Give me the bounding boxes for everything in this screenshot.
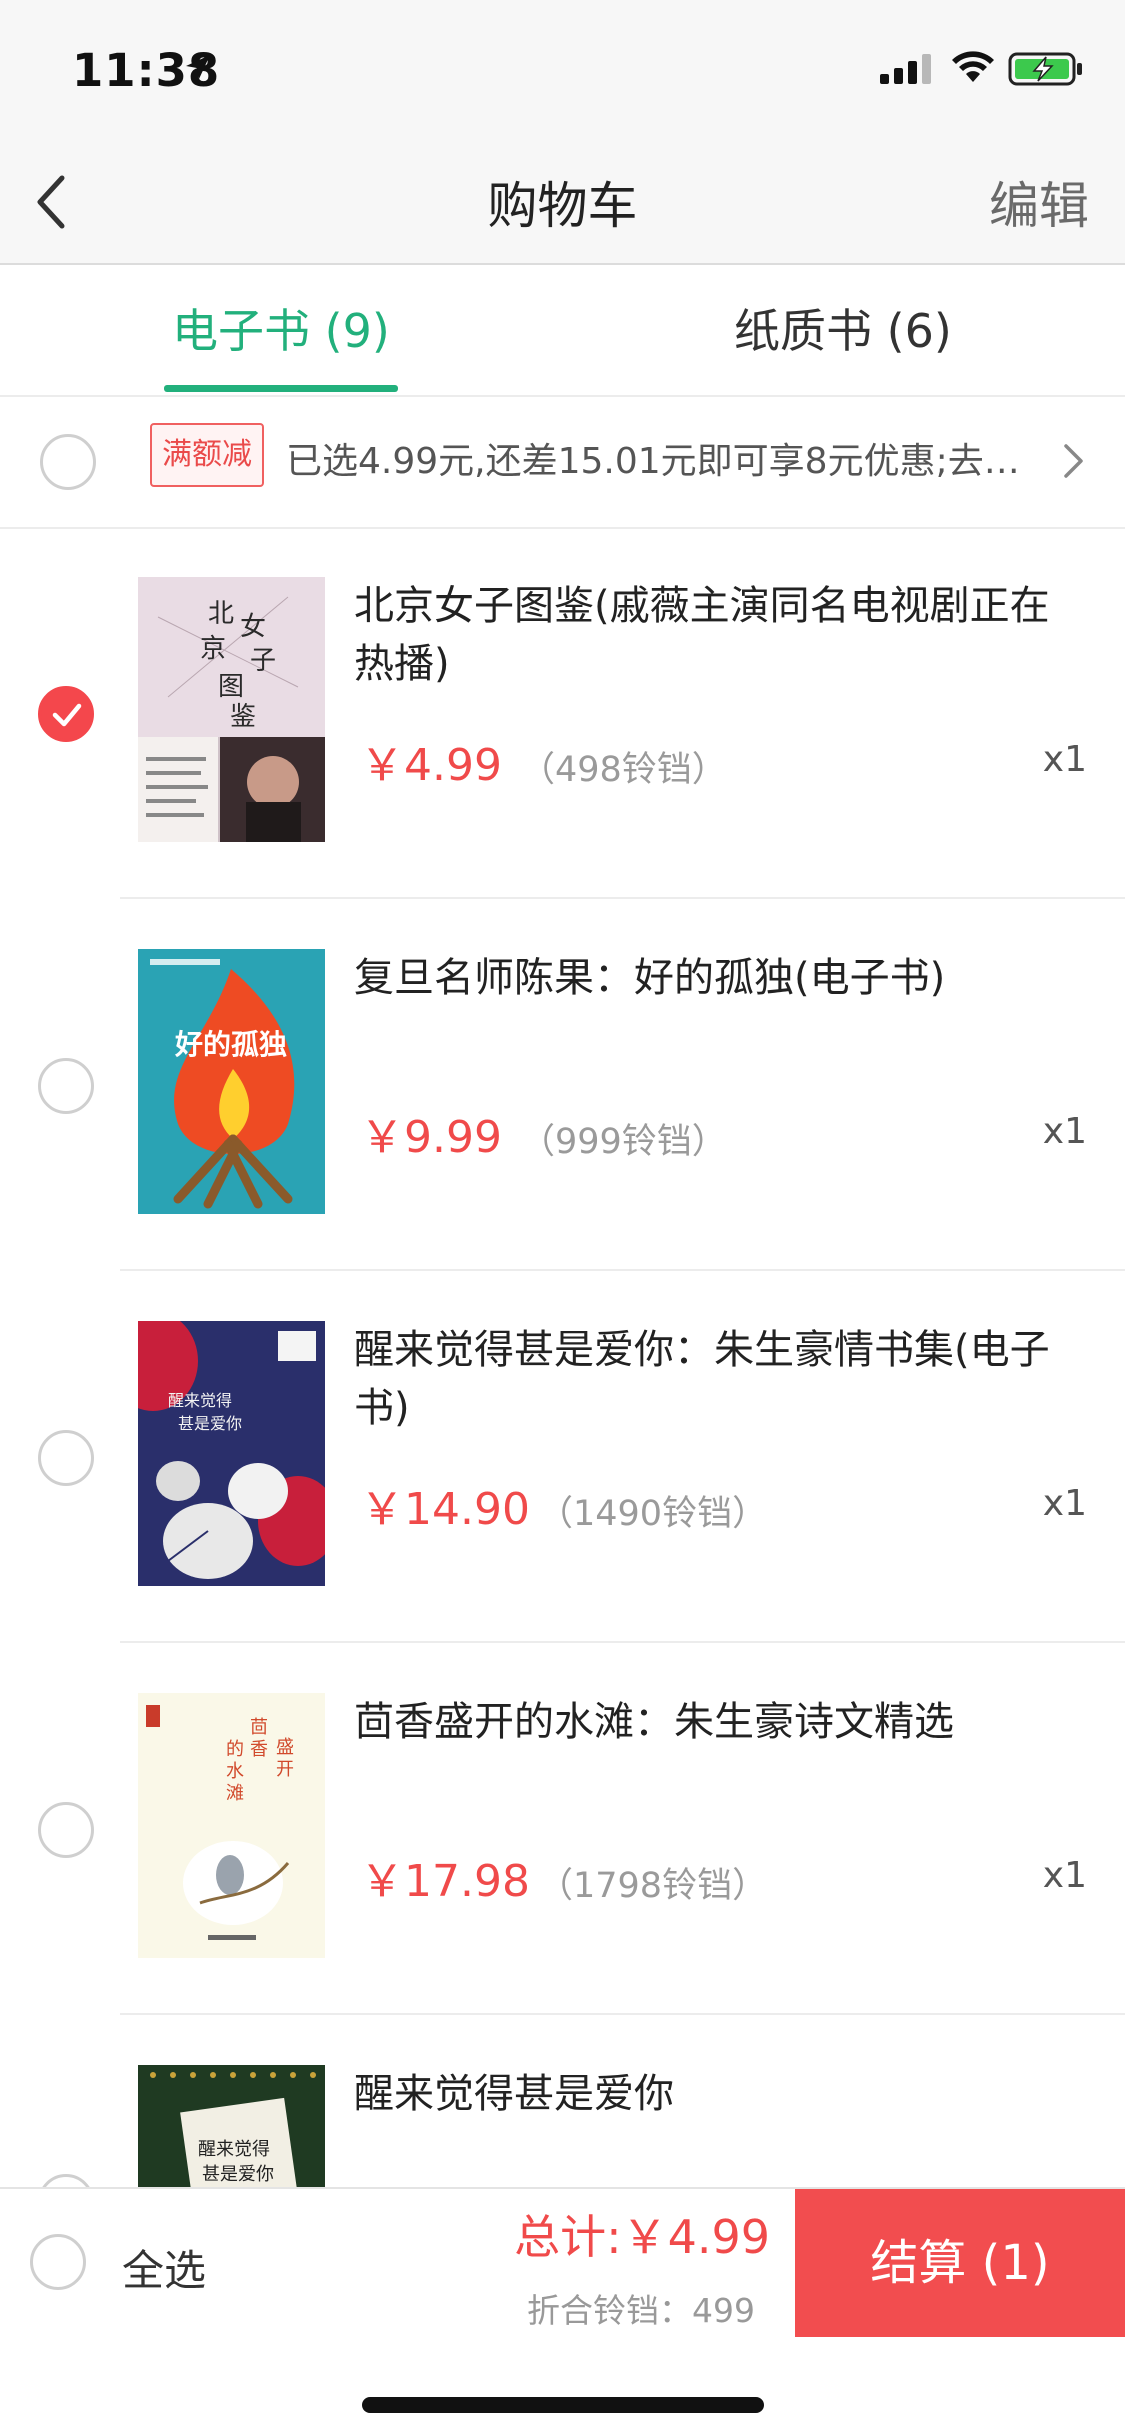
item-quantity: x1 — [1042, 1855, 1087, 1896]
total-price: 总计:￥4.99 — [514, 2210, 770, 2264]
item-coin-price: （1490铃铛） — [538, 1494, 768, 1534]
book-cover-image[interactable]: 醒来觉得 甚是爱你 — [138, 2065, 325, 2187]
item-select-radio[interactable] — [38, 2174, 94, 2187]
item-select-radio-checked[interactable] — [38, 686, 94, 742]
home-indicator — [362, 2397, 764, 2413]
item-title[interactable]: 复旦名师陈果：好的孤独(电子书) — [354, 949, 1074, 1007]
checkout-bar: 全选 总计:￥4.99 折合铃铛：499 结算 (1) — [0, 2187, 1125, 2339]
item-select-radio[interactable] — [38, 1802, 94, 1858]
book-cover-image[interactable]: 茴香 盛开 的水滩 — [138, 1693, 325, 1958]
cart-item[interactable]: 北京 女子 图鉴 北京女子图鉴(戚薇主演同名电视剧正在热播) ￥4.99 （49… — [0, 529, 1125, 899]
wifi-icon — [952, 51, 994, 82]
cart-item[interactable]: 茴香 盛开 的水滩 茴香盛开的水滩：朱生豪诗文精选 ￥17.98 （1798铃铛… — [0, 1645, 1125, 2015]
divider — [120, 1641, 1125, 1643]
svg-text:滩: 滩 — [226, 1783, 244, 1804]
item-title[interactable]: 醒来觉得甚是爱你 — [354, 2065, 1074, 2123]
item-title[interactable]: 茴香盛开的水滩：朱生豪诗文精选 — [354, 1693, 1074, 1751]
svg-text:香: 香 — [250, 1739, 268, 1760]
svg-text:水: 水 — [226, 1761, 244, 1782]
location-arrow-icon — [186, 55, 210, 79]
item-title[interactable]: 北京女子图鉴(戚薇主演同名电视剧正在热播) — [354, 577, 1074, 693]
svg-text:的: 的 — [226, 1739, 244, 1760]
checkmark-icon — [52, 703, 82, 727]
tab-ebooks[interactable]: 电子书 (9) — [172, 295, 390, 361]
svg-text:甚是爱你: 甚是爱你 — [202, 2164, 274, 2185]
item-coin-price: （1798铃铛） — [538, 1866, 768, 1906]
divider — [120, 2013, 1125, 2015]
divider — [120, 897, 1125, 899]
tab-bar: 电子书 (9) 纸质书 (6) — [0, 265, 1125, 397]
svg-text:甚是爱你: 甚是爱你 — [178, 1414, 242, 1433]
svg-text:茴: 茴 — [250, 1717, 268, 1738]
svg-text:开: 开 — [276, 1759, 294, 1780]
cart-item[interactable]: 醒来觉得 甚是爱你 醒来觉得甚是爱你：朱生豪情书集(电子书) ￥14.90 （1… — [0, 1273, 1125, 1643]
item-coin-price: （498铃铛） — [520, 750, 727, 790]
item-quantity: x1 — [1042, 1483, 1087, 1524]
svg-text:盛: 盛 — [276, 1737, 294, 1758]
book-cover-image[interactable]: 醒来觉得 甚是爱你 — [138, 1321, 325, 1586]
svg-text:北: 北 — [208, 599, 234, 629]
item-select-radio[interactable] — [38, 1058, 94, 1114]
cellular-signal-icon — [880, 54, 931, 84]
promo-select-radio[interactable] — [40, 434, 96, 490]
checkout-button[interactable]: 结算 (1) — [795, 2189, 1125, 2337]
tab-paper-books[interactable]: 纸质书 (6) — [734, 295, 952, 361]
promo-tag: 满额减 — [150, 423, 264, 487]
status-bar: 11:38 — [0, 0, 1125, 130]
edit-button[interactable]: 编辑 — [989, 166, 1089, 238]
svg-text:醒来觉得: 醒来觉得 — [198, 2139, 270, 2160]
cart-item[interactable]: 醒来觉得 甚是爱你 醒来觉得甚是爱你 — [0, 2017, 1125, 2187]
battery-charging-icon — [1008, 52, 1082, 86]
page-title: 购物车 — [487, 177, 638, 235]
select-all-radio[interactable] — [30, 2234, 86, 2290]
item-price: ￥9.99 — [360, 1112, 502, 1163]
item-coin-price: （999铃铛） — [520, 1122, 727, 1162]
svg-text:女: 女 — [240, 612, 266, 642]
item-price: ￥4.99 — [360, 740, 502, 791]
svg-text:图: 图 — [218, 672, 244, 702]
svg-text:子: 子 — [250, 646, 276, 676]
active-tab-indicator — [164, 385, 398, 392]
item-title[interactable]: 醒来觉得甚是爱你：朱生豪情书集(电子书) — [354, 1321, 1074, 1437]
item-price: ￥17.98 — [360, 1856, 530, 1907]
svg-text:京: 京 — [200, 634, 226, 664]
chevron-right-icon — [1064, 444, 1083, 478]
item-select-radio[interactable] — [38, 1430, 94, 1486]
divider — [120, 1269, 1125, 1271]
item-price: ￥14.90 — [360, 1484, 530, 1535]
book-cover-image[interactable]: 北京 女子 图鉴 — [138, 577, 325, 842]
navigation-bar: 购物车 编辑 — [0, 130, 1125, 265]
svg-text:鉴: 鉴 — [230, 702, 256, 732]
item-quantity: x1 — [1042, 1111, 1087, 1152]
promo-text: 已选4.99元,还差15.01元即可享8元优惠;去凑单 — [286, 441, 1051, 482]
coin-equivalent: 折合铃铛：499 — [527, 2291, 755, 2330]
book-cover-image[interactable]: 好的孤独 — [138, 949, 325, 1214]
svg-text:醒来觉得: 醒来觉得 — [168, 1391, 232, 1410]
svg-text:好的孤独: 好的孤独 — [174, 1028, 287, 1061]
promo-row[interactable]: 满额减 已选4.99元,还差15.01元即可享8元优惠;去凑单 — [0, 397, 1125, 529]
cart-item[interactable]: 好的孤独 复旦名师陈果：好的孤独(电子书) ￥9.99 （999铃铛） x1 — [0, 901, 1125, 1271]
select-all-label[interactable]: 全选 — [122, 2237, 206, 2298]
item-quantity: x1 — [1042, 739, 1087, 780]
